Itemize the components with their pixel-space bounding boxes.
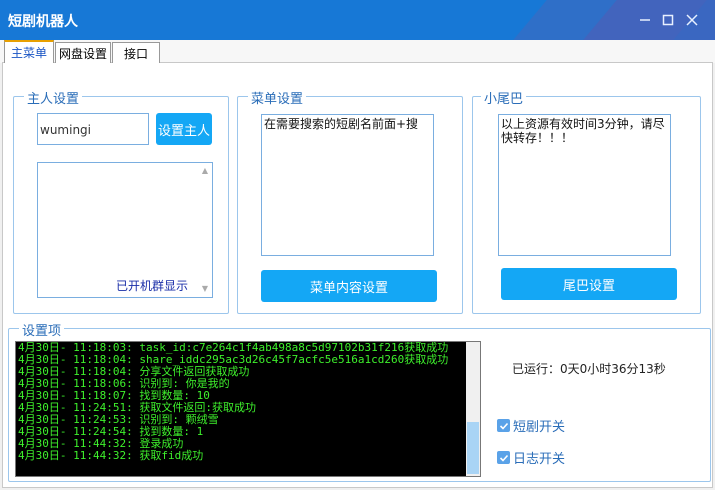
close-icon xyxy=(686,14,698,26)
group-list[interactable]: ▲ ▼ 已开机群显示 xyxy=(37,162,213,298)
minimize-icon xyxy=(640,19,650,21)
log-toggle-label: 日志开关 xyxy=(513,452,566,467)
checkbox-checked-icon[interactable] xyxy=(497,451,510,464)
tab-interface[interactable]: 接口 xyxy=(112,42,160,63)
short-drama-toggle[interactable]: 短剧开关 xyxy=(497,416,565,435)
owner-input[interactable]: wumingi xyxy=(37,113,149,145)
group-label: 小尾巴 xyxy=(481,88,527,107)
scroll-down-icon[interactable]: ▼ xyxy=(200,284,210,294)
window-title: 短剧机器人 xyxy=(8,14,78,30)
tail-settings-button[interactable]: 尾巴设置 xyxy=(501,268,677,300)
close-button[interactable] xyxy=(682,10,702,30)
uptime-status: 已运行：0天0小时36分13秒 xyxy=(512,362,666,376)
log-scrollbar[interactable] xyxy=(466,342,480,476)
set-owner-button[interactable]: 设置主人 xyxy=(156,113,212,145)
maximize-button[interactable] xyxy=(658,10,678,30)
title-bar: 短剧机器人 xyxy=(0,0,715,40)
log-toggle[interactable]: 日志开关 xyxy=(497,448,565,467)
maximize-icon xyxy=(662,14,674,26)
group-label: 设置项 xyxy=(19,320,65,339)
log-console[interactable]: 4月30日- 11:18:03: task_id:c7e264c1f4ab498… xyxy=(15,341,481,477)
menu-content-settings-button[interactable]: 菜单内容设置 xyxy=(261,270,437,302)
tab-cloud-settings[interactable]: 网盘设置 xyxy=(55,42,111,63)
log-lines: 4月30日- 11:18:03: task_id:c7e264c1f4ab498… xyxy=(18,342,466,462)
scroll-up-icon[interactable]: ▲ xyxy=(200,166,210,176)
group-label: 菜单设置 xyxy=(248,88,307,107)
minimize-button[interactable] xyxy=(635,10,655,30)
tab-main-menu[interactable]: 主菜单 xyxy=(4,40,54,63)
checkbox-checked-icon[interactable] xyxy=(497,419,510,432)
log-line: 4月30日- 11:44:32: 获取fid成功 xyxy=(18,449,204,462)
log-scrollbar-thumb[interactable] xyxy=(467,422,479,474)
group-label: 主人设置 xyxy=(24,88,83,107)
short-drama-toggle-label: 短剧开关 xyxy=(513,420,566,435)
tail-content-textarea[interactable]: 以上资源有效时间3分钟，请尽快转存！！！ xyxy=(498,114,671,256)
menu-content-textarea[interactable]: 在需要搜索的短剧名前面+搜 xyxy=(261,114,434,256)
group-list-note: 已开机群显示 xyxy=(116,279,189,293)
